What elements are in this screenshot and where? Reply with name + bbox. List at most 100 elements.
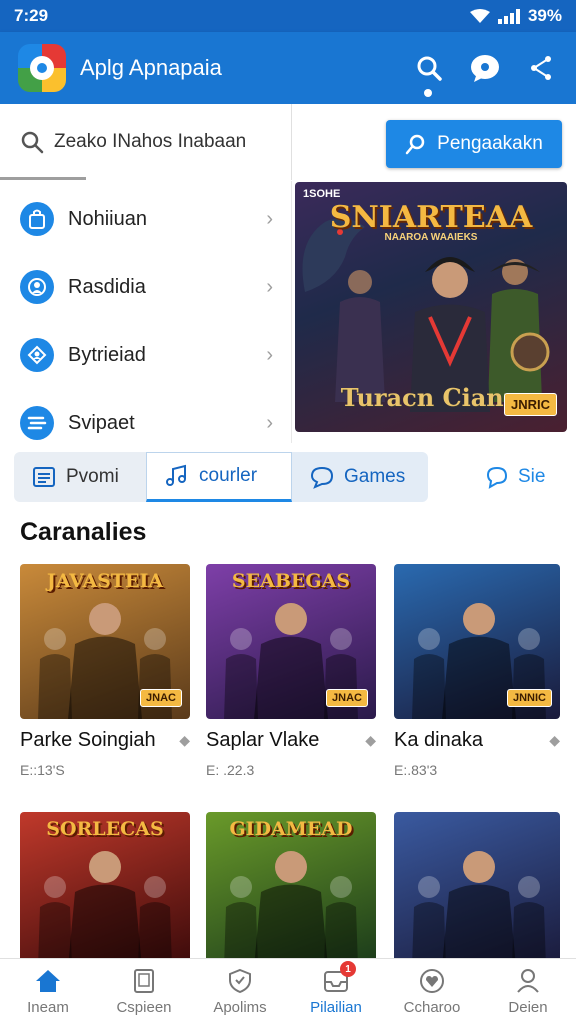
music-icon: [166, 464, 186, 486]
chevron-right-icon: ›: [266, 343, 273, 366]
nav-label: Cspieen: [116, 999, 172, 1016]
nav-item-apolims[interactable]: Apolims: [192, 959, 288, 1024]
game-card-artwork[interactable]: JNNIC: [394, 564, 560, 719]
game-tag: JNNIC: [506, 689, 552, 707]
chevron-right-icon: ›: [266, 411, 273, 434]
tab-label: courler: [199, 465, 258, 486]
menu-item-label: Rasdidia: [68, 275, 146, 298]
chat-icon: [486, 466, 508, 489]
game-art-title: SEABEGAS: [231, 570, 351, 592]
game-card-title-row: Ka dinaka ◆: [394, 729, 560, 752]
app-logo[interactable]: [18, 44, 66, 92]
app-bar: Aplg Apnapaia: [0, 32, 576, 104]
nav-label: Ineam: [27, 999, 69, 1016]
search-row: Zeako INahos Inabaan Pengaakakn: [0, 104, 576, 180]
game-card-title-row: Saplar Vlake ◆: [206, 729, 376, 752]
game-card-artwork[interactable]: SEABEGAS JNAC: [206, 564, 376, 719]
menu-item-4[interactable]: Svipaet ›: [0, 393, 291, 453]
chevron-right-icon: ›: [266, 207, 273, 230]
active-indicator: [424, 89, 432, 97]
nav-label: Apolims: [213, 999, 267, 1016]
game-meta: E: .22.3: [206, 762, 255, 778]
nav-item-deien[interactable]: Deien: [480, 959, 576, 1024]
document-icon: [33, 467, 55, 487]
game-card-artwork[interactable]: GIDAMEAD: [206, 812, 376, 967]
game-meta: E::13'S: [20, 762, 65, 778]
person-icon: [514, 967, 542, 995]
hero-tag: JNRIC: [503, 393, 557, 416]
notification-badge: 1: [340, 961, 356, 977]
game-card[interactable]: JAVASTEIAJNACParke Soingiah ◆E::13'S: [20, 564, 190, 778]
game-title: Parke Soingiah: [20, 729, 156, 751]
share-icon[interactable]: [524, 51, 558, 85]
search-button[interactable]: Pengaakakn: [386, 120, 562, 168]
game-card-artwork[interactable]: SORLECAS: [20, 812, 190, 967]
game-card-artwork[interactable]: JAVASTEIA JNAC: [20, 564, 190, 719]
nav-item-pilailian[interactable]: 1 Pilailian: [288, 959, 384, 1024]
menu-item-label: Bytrieiad: [68, 343, 146, 366]
game-card[interactable]: [394, 812, 560, 967]
tab-sie[interactable]: Sie: [478, 452, 568, 502]
diamond-icon: ◆: [365, 732, 376, 748]
tab-courler[interactable]: courler: [146, 452, 292, 502]
hero-title: SNIARTEAA: [329, 200, 533, 235]
game-meta: E:.83'3: [394, 762, 438, 778]
tab-label: Pvomi: [66, 466, 119, 487]
game-card-artwork[interactable]: [394, 812, 560, 967]
tab-label: Sie: [518, 466, 546, 487]
nav-item-cspieen[interactable]: Cspieen: [96, 959, 192, 1024]
battery-level: 39%: [527, 6, 562, 25]
status-icons: 39%: [469, 6, 562, 26]
shield-icon: [226, 967, 254, 995]
diamond-icon: ◆: [179, 732, 190, 748]
app-title: Aplg Apnapaia: [80, 55, 222, 80]
game-card-title-row: Parke Soingiah ◆: [20, 729, 190, 752]
category-tabs: Pvomi courler Games Sie: [0, 452, 576, 504]
search-button-label: Pengaakakn: [437, 133, 543, 154]
inbox-icon: 1: [322, 961, 356, 995]
game-art-title: JAVASTEIA: [46, 570, 164, 592]
search-query: Zeako INahos Inabaan: [54, 131, 247, 152]
nav-label: Deien: [508, 999, 548, 1016]
menu-item-3[interactable]: Bytrieiad ›: [0, 325, 291, 385]
game-tag: JNAC: [140, 689, 182, 707]
nav-item-ccharoo[interactable]: Ccharoo: [384, 959, 480, 1024]
game-card[interactable]: GIDAMEAD: [206, 812, 376, 967]
menu-item-label: Nohiiuan: [68, 207, 147, 230]
heart-circle-icon: [418, 967, 446, 995]
search-icon[interactable]: [412, 51, 446, 97]
status-time: 7:29: [14, 6, 49, 25]
search-input[interactable]: Zeako INahos Inabaan: [0, 104, 292, 180]
chat-icon[interactable]: [468, 51, 502, 85]
side-menu: Nohiiuan › Rasdidia › Bytrieiad › Svipae…: [0, 181, 292, 443]
bottom-nav: Ineam Cspieen Apolims 1 Pilailian Ccharo…: [0, 958, 576, 1024]
nav-label: Pilailian: [310, 999, 362, 1016]
chevron-right-icon: ›: [266, 275, 273, 298]
hero-subtitle: NAAROA WAAIEKS: [384, 232, 478, 243]
profile-icon: [20, 338, 54, 372]
nav-item-home[interactable]: Ineam: [0, 959, 96, 1024]
game-card[interactable]: JNNIC Ka dinaka ◆ E:.83'3: [394, 564, 560, 778]
home-icon: [34, 967, 62, 995]
tab-label: Games: [344, 466, 406, 487]
tab-pvomi[interactable]: Pvomi: [14, 452, 146, 502]
nav-label: Ccharoo: [403, 999, 461, 1016]
wifi-icon: [469, 9, 490, 23]
tab-games[interactable]: Games: [292, 452, 428, 502]
search-underline: [0, 177, 86, 180]
hero-banner[interactable]: 1SOHE SNIARTEAA NAAROA WAAIEKS Turacn Ci…: [295, 182, 567, 432]
menu-item-1[interactable]: Nohiiuan ›: [0, 189, 291, 249]
game-title: Ka dinaka: [394, 729, 483, 751]
diamond-icon: ◆: [549, 732, 560, 748]
list-icon: [20, 406, 54, 440]
game-art-title: SORLECAS: [46, 818, 164, 840]
game-card[interactable]: SORLECAS: [20, 812, 190, 967]
tablet-icon: [130, 967, 158, 995]
chat-icon: [310, 466, 334, 489]
user-circle-icon: [20, 270, 54, 304]
menu-item-2[interactable]: Rasdidia ›: [0, 257, 291, 317]
game-title: Saplar Vlake: [206, 729, 320, 751]
hero-badge: 1SOHE: [303, 188, 341, 200]
game-card[interactable]: SEABEGAS JNAC Saplar Vlake ◆ E: .22.3: [206, 564, 376, 778]
game-art-title: GIDAMEAD: [229, 818, 353, 840]
